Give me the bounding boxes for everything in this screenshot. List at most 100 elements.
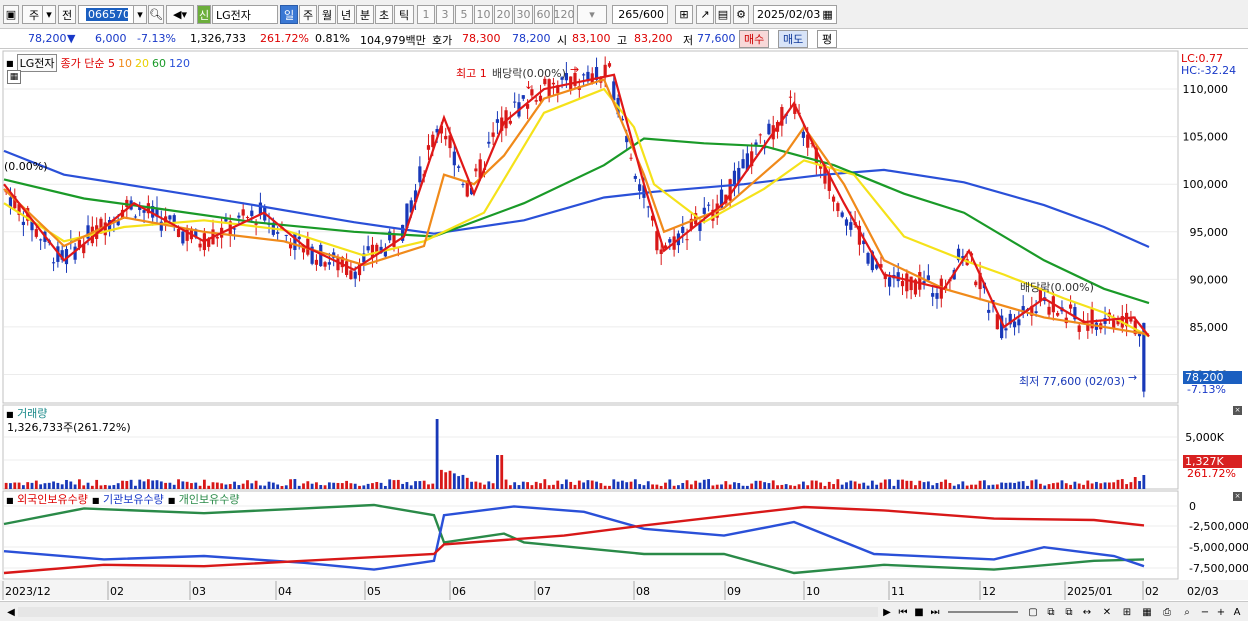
scroll-right-icon[interactable]: ▶ bbox=[880, 605, 894, 619]
forward-icon[interactable]: ⏭ bbox=[928, 605, 942, 619]
scroll-left-icon[interactable]: ◀ bbox=[4, 605, 18, 619]
volume-pane-frame bbox=[2, 404, 1179, 490]
period-week[interactable]: 주 bbox=[299, 5, 317, 24]
period-second[interactable]: 초 bbox=[375, 5, 393, 24]
volume-bar bbox=[215, 482, 219, 489]
arrow-icon[interactable]: ↔ bbox=[1080, 605, 1094, 619]
chart-svg[interactable]: 110,000105,000100,00095,00090,00085,0008… bbox=[0, 49, 1248, 601]
buy-button[interactable]: 매수 bbox=[739, 30, 770, 48]
candle-body bbox=[1068, 304, 1073, 309]
interval-1[interactable]: 1 bbox=[417, 5, 435, 24]
crosshair-icon[interactable]: ⊞ bbox=[675, 5, 693, 24]
scrollbar[interactable] bbox=[18, 607, 878, 617]
candle-body bbox=[887, 277, 892, 287]
volume-bar bbox=[664, 482, 667, 489]
volume-bar bbox=[289, 479, 292, 489]
interval-10[interactable]: 10 bbox=[474, 5, 493, 24]
volume-bar bbox=[315, 482, 318, 489]
stock-tag[interactable]: LG전자 bbox=[16, 54, 58, 72]
stop-icon[interactable]: ■ bbox=[912, 605, 926, 619]
volume-bar bbox=[185, 481, 189, 489]
minus-icon[interactable]: − bbox=[1198, 605, 1212, 619]
copy-icon[interactable]: ⧉ bbox=[1062, 605, 1076, 619]
split-icon[interactable]: ⧉ bbox=[1044, 605, 1058, 619]
close-icon[interactable]: × bbox=[1233, 492, 1242, 501]
search-icon[interactable]: 🔍︎ bbox=[148, 5, 164, 24]
candle-body bbox=[284, 234, 288, 236]
rewind-icon[interactable]: ⏮ bbox=[896, 605, 910, 619]
candle-body bbox=[840, 212, 844, 217]
plus-icon[interactable]: + bbox=[1214, 605, 1228, 619]
volume-bar bbox=[69, 481, 73, 489]
period-year[interactable]: 년 bbox=[337, 5, 355, 24]
legend-ma5[interactable]: 종가 단순 5 bbox=[60, 55, 114, 71]
interval-120[interactable]: 120 bbox=[554, 5, 575, 24]
high-arrow-icon: → bbox=[570, 63, 580, 76]
interval-label: 30 bbox=[516, 8, 531, 21]
period-label: 초 bbox=[378, 8, 390, 22]
market-dropdown-icon[interactable]: ▾ bbox=[42, 5, 56, 24]
legend-ma20[interactable]: 20 bbox=[135, 57, 149, 70]
legend-ma60[interactable]: 60 bbox=[152, 57, 166, 70]
interval-20[interactable]: 20 bbox=[494, 5, 513, 24]
chart-area[interactable]: 110,000105,000100,00095,00090,00085,0008… bbox=[0, 49, 1248, 601]
y-tick-label: 110,000 bbox=[1183, 83, 1229, 96]
count-field[interactable]: 265/600 bbox=[612, 5, 668, 24]
legend-foreign[interactable]: ■ 외국인보유수량 bbox=[6, 491, 88, 507]
save-icon[interactable]: ▤ bbox=[715, 5, 731, 24]
interval-30[interactable]: 30 bbox=[514, 5, 533, 24]
candle-body bbox=[801, 131, 805, 138]
candle-body bbox=[366, 246, 370, 251]
layout-icon[interactable]: ▣ bbox=[3, 5, 19, 24]
layout2-icon[interactable]: ▦ bbox=[1140, 605, 1154, 619]
ask-label: 호가 bbox=[432, 34, 453, 47]
zoom-slider[interactable] bbox=[948, 611, 1018, 613]
candle-body bbox=[241, 209, 245, 216]
stock-name-field[interactable]: LG전자 bbox=[212, 5, 278, 24]
interval-dropdown[interactable]: ▾ bbox=[577, 5, 607, 24]
zoom-icon[interactable]: ▢ bbox=[1026, 605, 1040, 619]
legend-ma120[interactable]: 120 bbox=[169, 57, 190, 70]
period-minute[interactable]: 분 bbox=[356, 5, 374, 24]
volume-bar bbox=[892, 485, 896, 489]
volume-bar bbox=[827, 481, 831, 489]
volume-bar bbox=[465, 477, 469, 489]
font-icon[interactable]: A bbox=[1230, 605, 1244, 619]
sell-button[interactable]: 매도 bbox=[778, 30, 809, 48]
gear-icon[interactable]: ⚙ bbox=[733, 5, 749, 24]
legend-institution-label: 기관보유수량 bbox=[102, 493, 164, 506]
calendar-icon[interactable]: ▦ bbox=[822, 8, 832, 21]
print-icon[interactable]: ⎙ bbox=[1160, 605, 1174, 619]
period-month[interactable]: 월 bbox=[318, 5, 336, 24]
search-icon[interactable]: ⌕ bbox=[1180, 605, 1194, 619]
market-type-button[interactable]: 전 bbox=[58, 5, 76, 24]
legend-institution[interactable]: ■ 기관보유수량 bbox=[92, 491, 164, 507]
candle-body bbox=[1056, 313, 1060, 316]
interval-3[interactable]: 3 bbox=[436, 5, 454, 24]
period-tick[interactable]: 틱 bbox=[394, 5, 414, 24]
volume-bar bbox=[763, 482, 767, 489]
volume-bar bbox=[56, 482, 60, 489]
volume-bar bbox=[1008, 482, 1012, 489]
grid-icon[interactable]: ⊞ bbox=[1120, 605, 1134, 619]
code-input-box[interactable] bbox=[78, 5, 136, 24]
volume-bar bbox=[771, 480, 775, 489]
cross-icon[interactable]: ✕ bbox=[1100, 605, 1114, 619]
balance-button[interactable]: 평 bbox=[817, 30, 838, 48]
candle-body bbox=[668, 239, 672, 243]
legend-retail[interactable]: ■ 개인보유수량 bbox=[168, 491, 240, 507]
interval-5[interactable]: 5 bbox=[455, 5, 473, 24]
interval-60[interactable]: 60 bbox=[534, 5, 553, 24]
period-day[interactable]: 일 bbox=[280, 5, 298, 24]
candle-body bbox=[918, 272, 922, 290]
stock-code-input[interactable] bbox=[86, 8, 128, 21]
table-icon[interactable]: ▦ bbox=[7, 70, 21, 84]
candle-body bbox=[34, 229, 38, 237]
legend-ma10[interactable]: 10 bbox=[118, 57, 132, 70]
code-dropdown-icon[interactable]: ▾ bbox=[133, 5, 147, 24]
close-icon[interactable]: × bbox=[1233, 406, 1242, 415]
tool-icon[interactable]: ↗ bbox=[696, 5, 714, 24]
speaker-icon[interactable]: ◀▾ bbox=[166, 5, 194, 24]
volume-bar bbox=[306, 481, 310, 489]
date-field[interactable]: 2025/02/03 ▦ bbox=[753, 5, 837, 24]
